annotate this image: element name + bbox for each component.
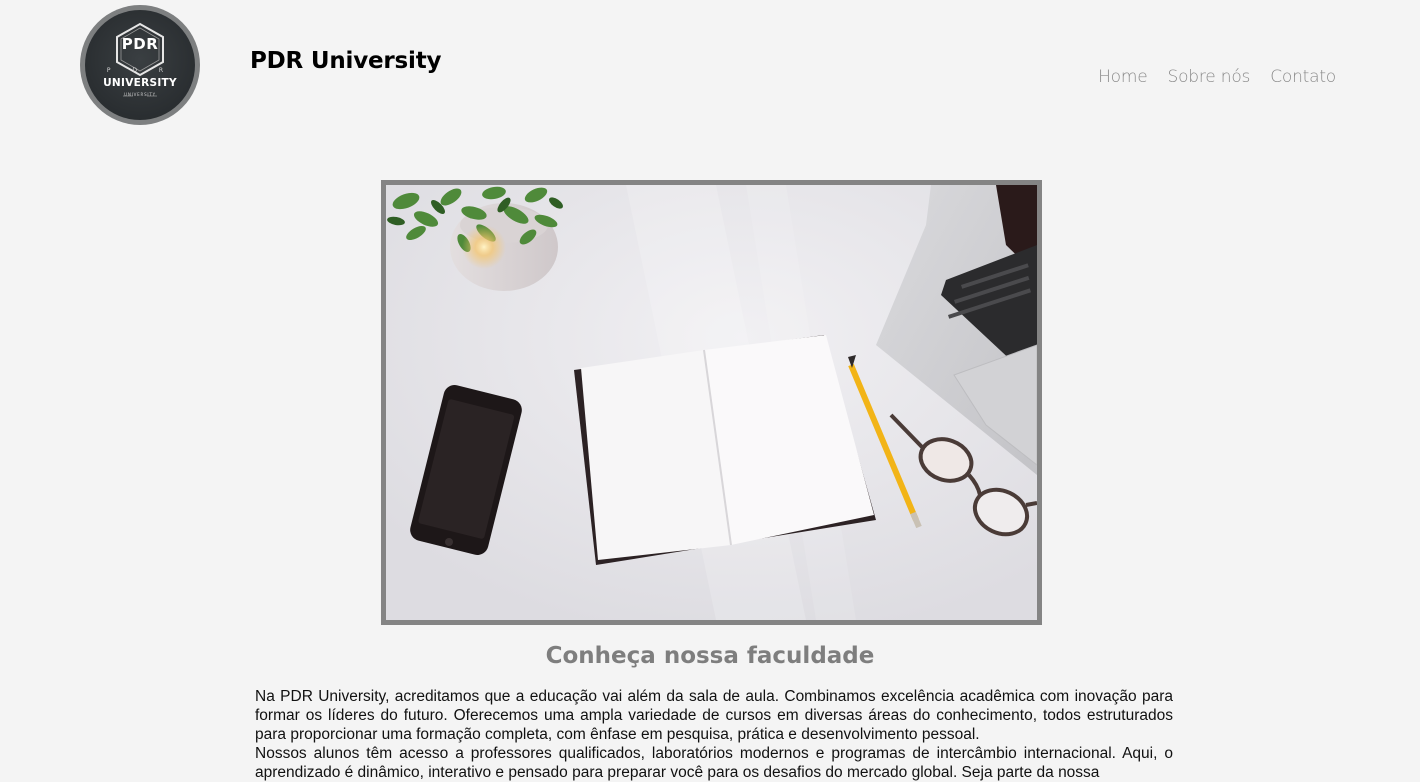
site-title: PDR University xyxy=(250,48,442,74)
nav-home-link[interactable]: Home xyxy=(1098,67,1148,87)
logo-hexagon-icon xyxy=(116,22,164,97)
logo-tagline: UNIVERSITY xyxy=(124,92,156,97)
logo-letters: P D R xyxy=(106,67,174,74)
site-header: PDR P D R UNIVERSITY UNIVERSITY PDR Univ… xyxy=(0,0,1420,140)
nav-contact-link[interactable]: Contato xyxy=(1270,67,1336,87)
about-text: Na PDR University, acreditamos que a edu… xyxy=(255,687,1173,782)
desk-illustration xyxy=(386,185,1037,620)
section-title: Conheça nossa faculdade xyxy=(545,643,875,669)
paragraph: Na PDR University, acreditamos que a edu… xyxy=(255,688,1173,743)
university-logo[interactable]: PDR P D R UNIVERSITY UNIVERSITY xyxy=(80,5,200,125)
main-nav: Home Sobre nós Contato xyxy=(1098,67,1336,87)
logo-name: UNIVERSITY xyxy=(103,77,177,89)
nav-about-link[interactable]: Sobre nós xyxy=(1168,67,1251,87)
hero-image xyxy=(381,180,1042,625)
logo-monogram: PDR xyxy=(121,35,159,53)
logo-badge: PDR P D R UNIVERSITY UNIVERSITY xyxy=(85,10,195,120)
paragraph: Nossos alunos têm acesso a professores q… xyxy=(255,745,1173,781)
